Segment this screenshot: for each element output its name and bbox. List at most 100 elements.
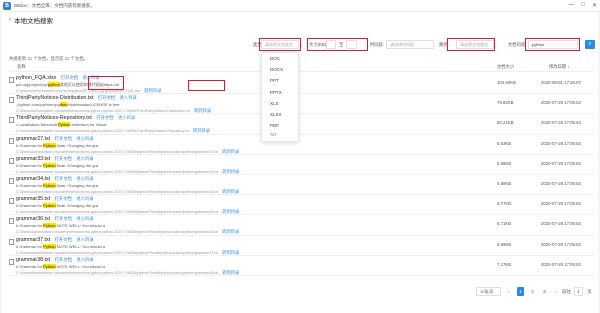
open-file-link[interactable]: 打开文档 [55, 136, 72, 141]
open-folder-link[interactable]: 进入目录 [120, 95, 137, 100]
file-icon [9, 137, 14, 144]
close-icon[interactable]: ✕ [592, 2, 597, 9]
back-icon[interactable]: ‹ [9, 17, 11, 23]
goto-folder-link[interactable]: 转到目录 [222, 270, 239, 275]
open-file-link[interactable]: 打开文档 [55, 156, 72, 161]
type-option-xls[interactable]: XLS [262, 98, 298, 109]
file-size: 7.17KB [497, 261, 512, 267]
column-name-header[interactable]: 名称 [17, 64, 26, 70]
content-snippet: # Grammar for Python Note: Changing the … [16, 203, 98, 209]
file-name[interactable]: grammar33.txt [16, 156, 50, 162]
column-date-header[interactable]: 修改日期 ↓ [549, 64, 570, 70]
open-file-link[interactable]: 打开文档 [55, 176, 72, 181]
goto-page-input[interactable]: 1 [574, 287, 583, 296]
file-size: 6.69KB [497, 241, 512, 247]
file-name[interactable]: grammar34.txt [16, 176, 50, 182]
file-path-line: C:\Users\Administrator\.vscode\extension… [16, 250, 239, 256]
goto-folder-link[interactable]: 转到目录 [194, 108, 211, 113]
open-folder-link[interactable]: 进入目录 [76, 176, 93, 181]
open-folder-link[interactable]: 进入目录 [76, 196, 93, 201]
type-options: DOC DOCX PPT PPTX XLS XLSX PDF TXT [262, 53, 298, 139]
open-file-link[interactable]: 打开文档 [55, 216, 72, 221]
type-option-docx[interactable]: DOCX [262, 64, 298, 75]
open-folder-link[interactable]: 进入目录 [76, 237, 93, 242]
open-file-link[interactable]: 打开文档 [55, 257, 72, 262]
file-name[interactable]: grammar38.txt [16, 257, 50, 263]
goto-folder-link[interactable]: 转到目录 [222, 250, 239, 255]
open-file-link[interactable]: 打开文档 [96, 115, 113, 120]
goto-folder-link[interactable]: 转到目录 [222, 189, 239, 194]
snippet-post: Note: Changing the gra [55, 142, 99, 148]
search-button[interactable]: ⌕ [585, 40, 595, 49]
goto-folder-link[interactable]: 转到目录 [222, 209, 239, 214]
prev-page-button[interactable]: ‹ [505, 287, 512, 296]
goto-folder-link[interactable]: 转到目录 [222, 169, 239, 174]
file-name-line: grammar27.txt 打开文档 进入目录 [16, 136, 94, 142]
snippet-pre: r Localization Microsoft [16, 122, 59, 128]
column-size-header[interactable]: 文档大小 [497, 64, 514, 70]
file-path-line: C:\Users\Administrator\.vscode\extension… [16, 108, 211, 114]
type-option-xlsx[interactable]: XLSX [262, 109, 298, 120]
file-date: 2020-07-28 17:05:53 [541, 100, 581, 106]
search-icon: ⌕ [588, 41, 592, 47]
snippet-post: NOTE WELL: You should a [55, 263, 105, 269]
table-header: 名称 文档大小 修改日期 ↓ [9, 64, 594, 72]
file-name[interactable]: ThirdPartyNotices-Distribution.txt [16, 95, 93, 101]
file-name-line: grammar37.txt 打开文档 进入目录 [16, 237, 94, 243]
goto-folder-link[interactable]: 转到目录 [222, 229, 239, 234]
file-path: C:\Users\Administrator\.vscode\extension… [16, 149, 219, 154]
content-snippet: # Grammar for Python NOTE WELL: You shou… [16, 243, 105, 249]
minimize-icon[interactable]: — [568, 2, 574, 9]
type-option-txt[interactable]: TXT [262, 131, 298, 139]
page-header: ‹ 本地文档搜索 [9, 15, 53, 25]
type-option-pdf[interactable]: PDF [262, 120, 298, 131]
next-page-button[interactable]: › [552, 287, 559, 296]
results-list: python_FQA.xlsx 打开文档 进入目录 pid.org/projec… [9, 74, 594, 276]
file-size: 60.21KB [497, 120, 514, 126]
app-logo: B [3, 1, 11, 10]
open-file-link[interactable]: 打开文档 [61, 75, 78, 80]
annotation-box [525, 38, 580, 51]
snippet-pre: # Grammar for [16, 182, 44, 188]
file-name[interactable]: grammar35.txt [16, 196, 50, 202]
time-range-picker[interactable]: 请选择时间段 [386, 40, 434, 49]
content-snippet: r Localization Microsoft Python extensio… [16, 122, 106, 128]
open-folder-link[interactable]: 进入目录 [118, 115, 135, 120]
goto-folder-link[interactable]: 转到目录 [222, 149, 239, 154]
file-date: 2020-08-01 17:26:07 [541, 80, 581, 85]
type-option-pptx[interactable]: PPTX [262, 87, 298, 98]
page-3-button[interactable]: 3 [541, 287, 548, 296]
file-name[interactable]: grammar27.txt [16, 136, 50, 142]
type-option-doc[interactable]: DOC [262, 53, 298, 64]
page-1-button[interactable]: 1 [517, 287, 524, 296]
page-size-select[interactable]: 10条/页 [476, 287, 501, 296]
file-date: 2020-07-28 17:05:53 [541, 201, 581, 207]
snippet-post: NOTE WELL: You should a [55, 243, 105, 249]
open-folder-link[interactable]: 进入目录 [76, 216, 93, 221]
file-date: 2020-07-28 17:05:53 [541, 120, 581, 126]
goto-folder-link[interactable]: 转到目录 [144, 88, 161, 93]
file-date: 2020-07-28 17:05:53 [541, 221, 581, 227]
open-folder-link[interactable]: 进入目录 [76, 156, 93, 161]
open-folder-link[interactable]: 进入目录 [76, 257, 93, 262]
open-folder-link[interactable]: 进入目录 [76, 136, 93, 141]
file-path: C:\Users\Administrator\.vscode\extension… [16, 169, 219, 174]
table-row: ThirdPartyNotices-Repository.txt 打开文档 进入… [9, 114, 594, 135]
type-option-ppt[interactable]: PPT [262, 75, 298, 86]
pagination: 10条/页 ‹ 1 2 3 › 前往 1 页 [2, 287, 598, 297]
file-name[interactable]: ThirdPartyNotices-Repository.txt [16, 115, 92, 121]
maximize-icon[interactable]: □ [581, 2, 585, 9]
file-path: C:\Users\Administrator\.vscode\extension… [16, 189, 219, 194]
file-name[interactable]: grammar36.txt [16, 216, 50, 222]
file-icon [9, 218, 14, 225]
page-2-button[interactable]: 2 [529, 287, 536, 296]
open-file-link[interactable]: 打开文档 [98, 95, 115, 100]
file-name[interactable]: grammar37.txt [16, 237, 50, 243]
goto-folder-link[interactable]: 转到目录 [193, 128, 210, 133]
open-file-link[interactable]: 打开文档 [55, 237, 72, 242]
file-size: 104.60KB [497, 80, 516, 85]
snippet-highlight: Python [43, 142, 56, 148]
open-file-link[interactable]: 打开文档 [55, 196, 72, 201]
file-name[interactable]: python_FQA.xlsx [16, 75, 56, 81]
snippet-pre: # Grammar for [16, 223, 44, 229]
